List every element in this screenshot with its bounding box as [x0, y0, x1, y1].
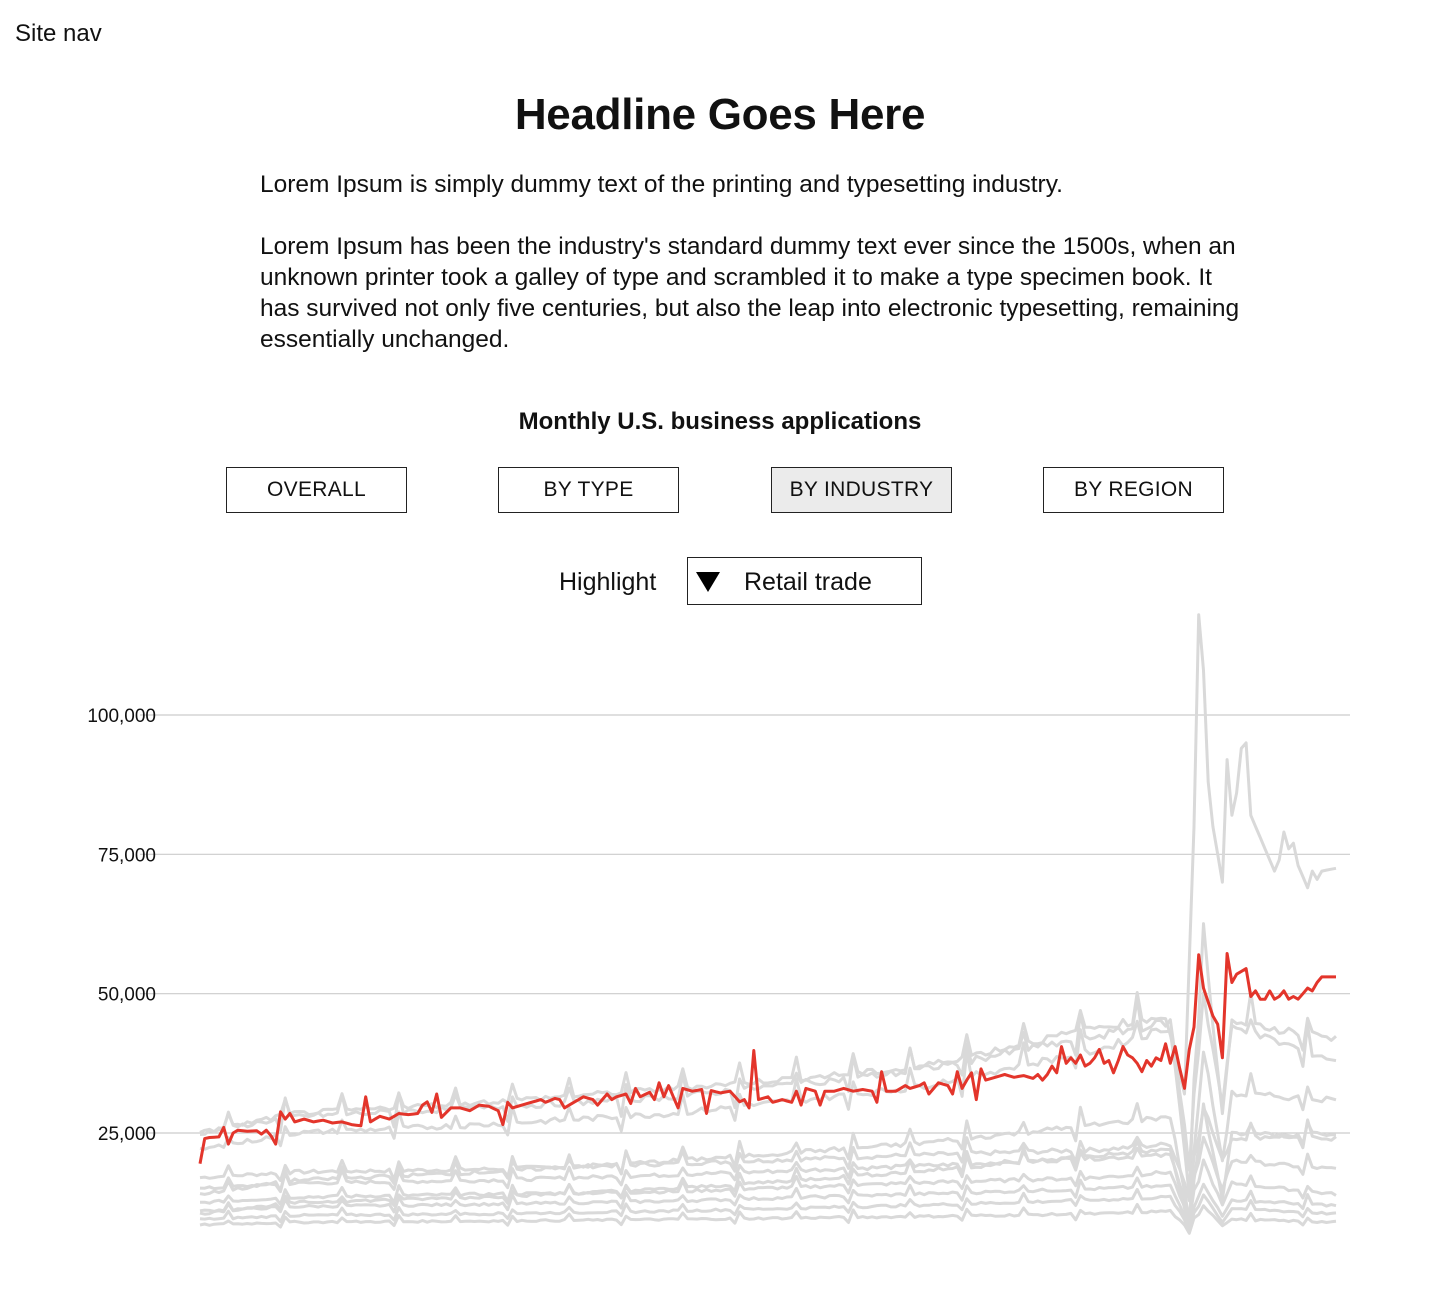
intro-paragraph-1: Lorem Ipsum is simply dummy text of the …	[260, 171, 1063, 198]
y-tick-label: 50,000	[98, 985, 156, 1006]
site-nav[interactable]: Site nav	[15, 19, 102, 49]
tab-overall[interactable]: OVERALL	[226, 467, 407, 513]
intro-text: Lorem Ipsum is simply dummy text of the …	[260, 169, 1250, 355]
tab-by-type[interactable]: BY TYPE	[498, 467, 679, 513]
chart-title: Monthly U.S. business applications	[518, 408, 922, 435]
y-tick-label: 75,000	[98, 845, 156, 866]
headline: Headline Goes Here	[514, 90, 926, 139]
line-chart: 25,000 50,000 75,000 100,000	[87, 613, 1350, 1235]
tab-by-region[interactable]: BY REGION	[1043, 467, 1224, 513]
tab-by-industry[interactable]: BY INDUSTRY	[771, 467, 952, 513]
page: Site nav Headline Goes Here Lorem Ipsum …	[0, 0, 1440, 1291]
intro-paragraph-2: Lorem Ipsum has been the industry's stan…	[260, 233, 1240, 353]
series-line-retail-trade	[198, 952, 1336, 1164]
y-tick-label: 25,000	[98, 1124, 156, 1145]
series-line-background-largest	[199, 613, 1337, 1134]
y-tick-label: 100,000	[87, 706, 156, 727]
